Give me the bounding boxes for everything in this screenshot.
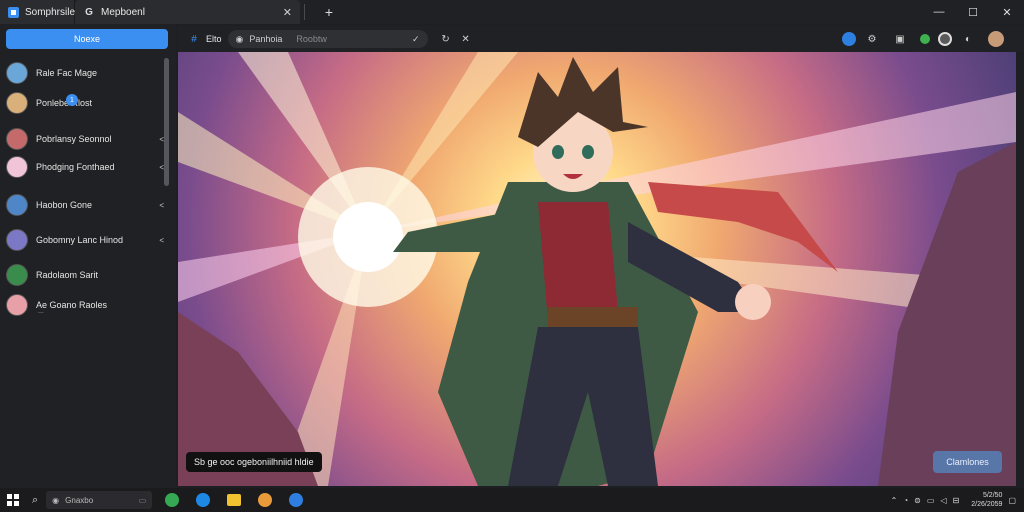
copy-icon[interactable]: ▣ [892, 31, 908, 47]
chrome-app-icon[interactable] [161, 489, 183, 511]
chat-item[interactable]: Phodging Fonthaed < [6, 154, 164, 180]
chevron-icon[interactable]: < [159, 163, 164, 172]
taskbar-search[interactable]: ◉ Gnaxbo ▭ [46, 491, 153, 509]
new-chat-button[interactable]: Noexe [6, 29, 168, 49]
wifi-icon[interactable]: ◔ [903, 496, 908, 505]
avatar [6, 128, 28, 150]
avatar [6, 194, 28, 216]
volume-icon[interactable]: ◁ [940, 496, 946, 505]
app-blue-icon[interactable] [285, 489, 307, 511]
chat-item-label: Radolaom Sarit [36, 270, 99, 280]
tab-divider [304, 4, 314, 20]
files-app-icon[interactable] [223, 489, 245, 511]
mic-icon[interactable]: ✓ [412, 34, 420, 45]
close-window-icon[interactable]: ✕ [990, 0, 1024, 24]
search-label: Gnaxbo [65, 495, 94, 505]
edge-app-icon[interactable] [192, 489, 214, 511]
anime-hero-artwork [178, 52, 1016, 486]
address-placeholder: Roobtw [296, 34, 327, 44]
extension-blue-icon[interactable] [842, 32, 856, 46]
toolbar-label: Elto [206, 34, 222, 44]
app-square-icon [8, 6, 19, 18]
input-icon[interactable]: ⊟ [953, 496, 960, 505]
chat-item[interactable]: Ponlebe Rlost 1 [6, 90, 164, 116]
chat-item-label: Gobomny Lanc Hinod [36, 235, 124, 245]
chat-item-label: Pobrlansy Seonnol [36, 134, 112, 144]
chat-item-label: Haobon Gone [36, 200, 93, 210]
avatar [6, 62, 28, 84]
profile-avatar[interactable] [988, 31, 1004, 47]
notifications-icon[interactable]: ▢ [1008, 496, 1016, 505]
chevron-up-icon[interactable]: ⌃ [891, 496, 898, 505]
profile-alt-icon[interactable] [938, 32, 952, 46]
chat-item-subtext: ... [38, 308, 44, 315]
close-icon[interactable]: ✕ [458, 31, 474, 47]
avatar [6, 156, 28, 178]
app-orange-icon[interactable] [254, 489, 276, 511]
unread-badge: 1 [66, 94, 78, 106]
close-tab-icon[interactable]: ✕ [283, 6, 292, 19]
start-button[interactable] [0, 494, 26, 506]
settings-icon[interactable]: ⚙ [864, 31, 880, 47]
address-label: Panhoia [249, 34, 283, 44]
chat-item-label: Rale Fac Mage [36, 68, 98, 78]
chat-item[interactable]: Haobon Gone < [6, 192, 164, 218]
tab-label: Mepboenl [101, 6, 145, 18]
chevron-icon[interactable]: < [159, 135, 164, 144]
clock-date: 2/26/2059 [971, 501, 1003, 508]
avatar [6, 92, 28, 114]
g-logo-icon: ◉ [235, 33, 244, 44]
image-caption: Sb ge ooc ogeboniilhniid hldie [186, 452, 322, 472]
chat-item[interactable]: Gobomny Lanc Hinod < [6, 227, 164, 253]
search-icon[interactable]: ⌕ [32, 494, 38, 507]
tab-mepboenl[interactable]: G Mepboenl ✕ [75, 0, 300, 24]
battery-icon[interactable]: ▭ [927, 496, 935, 505]
toolbar-extensions: ⚙ ▣ ◐ [842, 31, 1024, 47]
chat-item[interactable]: Radolaom Sarit [6, 262, 164, 288]
taskbar: ⌕ ◉ Gnaxbo ▭ ⌃ ◔ ⊜ ▭ ◁ ⊟ 5/2/50 2/26/205… [0, 488, 1024, 512]
g-logo-icon: G [85, 6, 93, 18]
minimize-icon[interactable]: — [922, 0, 956, 24]
chat-item-label: Ae Goano Raoles [36, 300, 108, 310]
chevron-icon[interactable]: < [159, 201, 164, 210]
avatar [6, 294, 28, 316]
new-tab-button[interactable]: + [318, 0, 340, 24]
search-end-icon: ▭ [138, 495, 147, 505]
clock-time: 5/2/50 [982, 492, 1003, 499]
tab-label: Somphrsiler [25, 6, 79, 18]
chat-item-label: Phodging Fonthaed [36, 162, 115, 172]
chat-sidebar: Noexe Rale Fac Mage Ponlebe Rlost 1 Pobr… [0, 24, 176, 488]
chat-item-label: Ponlebe Rlost [36, 98, 93, 108]
window-controls: — ☐ ✕ [922, 0, 1024, 24]
info-icon[interactable]: ◐ [960, 31, 976, 47]
browser-toolbar: # Elto ◉ Panhoia Roobtw ✓ ↻ ✕ ⚙ ▣ ◐ [178, 26, 1024, 52]
network-icon[interactable]: ⊜ [914, 496, 921, 505]
grid-icon[interactable]: # [186, 31, 202, 47]
chat-item[interactable]: Ae Goano Raoles [6, 292, 164, 318]
title-bar: Somphrsiler G Mepboenl ✕ + — ☐ ✕ [0, 0, 1024, 24]
maximize-icon[interactable]: ☐ [956, 0, 990, 24]
action-button[interactable]: Clamlones [933, 451, 1002, 473]
avatar [6, 229, 28, 251]
toggle-icon[interactable] [920, 34, 930, 44]
avatar [6, 264, 28, 286]
sidebar-scrollbar[interactable] [164, 58, 169, 186]
clock[interactable]: 5/2/50 2/26/2059 [971, 491, 1002, 509]
chat-item[interactable]: Pobrlansy Seonnol < [6, 126, 164, 152]
image-viewer[interactable] [178, 52, 1016, 486]
windows-logo-icon [7, 494, 19, 506]
chat-item[interactable]: Rale Fac Mage [6, 60, 164, 86]
address-bar[interactable]: ◉ Panhoia Roobtw ✓ [227, 30, 428, 48]
tab-somphrsiler[interactable]: Somphrsiler [0, 0, 79, 24]
search-box-icon: ◉ [52, 495, 60, 505]
chevron-icon[interactable]: < [159, 236, 164, 245]
refresh-icon[interactable]: ↻ [438, 31, 454, 47]
system-tray: ⌃ ◔ ⊜ ▭ ◁ ⊟ 5/2/50 2/26/2059 ▢ [891, 491, 1024, 509]
